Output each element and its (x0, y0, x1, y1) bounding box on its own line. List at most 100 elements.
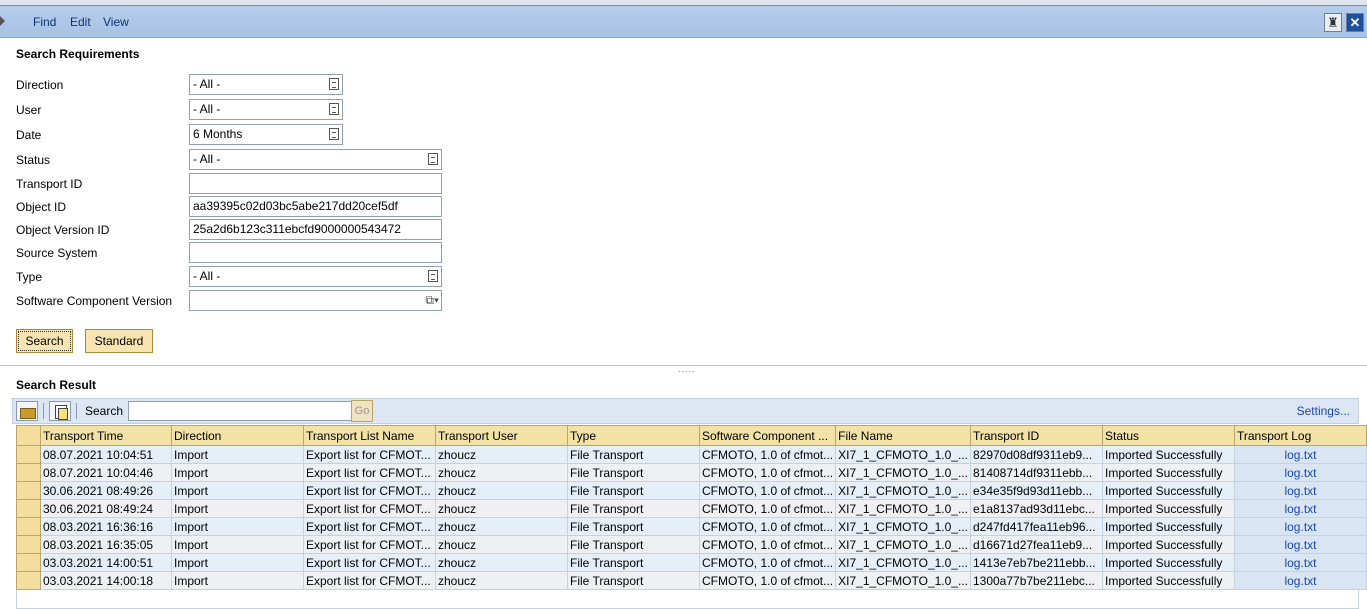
close-icon[interactable]: ✕ (1346, 13, 1364, 32)
table-cell: Imported Successfully (1101, 499, 1235, 518)
table-cell: Import (171, 517, 304, 536)
user-value: - All - (193, 102, 221, 116)
settings-link[interactable]: Settings... (1297, 404, 1350, 418)
software-component-version-input[interactable]: ⧉▾ (189, 290, 442, 311)
table-cell: 08.03.2021 16:35:05 (40, 535, 172, 554)
column-header[interactable]: Transport ID (969, 425, 1103, 446)
value-help-icon[interactable]: ⧉▾ (425, 293, 439, 308)
log-link[interactable]: log.txt (1233, 481, 1367, 500)
table-cell: Imported Successfully (1101, 553, 1235, 572)
column-header[interactable]: Transport User (435, 425, 568, 446)
table-row[interactable]: 03.03.2021 14:00:18 Import Export list for… (16, 571, 1367, 590)
toolbar-separator (43, 403, 44, 419)
table-cell: File Transport (567, 499, 700, 518)
row-selector[interactable] (16, 445, 41, 464)
row-selector[interactable] (16, 571, 41, 590)
panel-splitter[interactable]: ..... (0, 364, 1367, 374)
column-header[interactable]: File Name (835, 425, 971, 446)
row-selector[interactable] (16, 499, 41, 518)
log-link[interactable]: log.txt (1233, 553, 1367, 572)
object-version-id-label: Object Version ID (16, 223, 110, 237)
object-id-input[interactable]: aa39395c02d03bc5abe217dd20cef5df (189, 196, 442, 217)
table-cell: zhoucz (435, 481, 568, 500)
direction-select[interactable]: - All - (189, 74, 343, 95)
table-cell: CFMOTO, 1.0 of cfmot... (698, 535, 837, 554)
table-cell: Import (171, 571, 304, 590)
table-row[interactable]: 08.03.2021 16:36:16 Import Export list for… (16, 517, 1367, 536)
dropdown-list-icon[interactable] (329, 103, 339, 115)
type-label: Type (16, 270, 43, 284)
go-button[interactable]: Go (351, 400, 373, 422)
table-cell: Export list for CFMOT... (303, 553, 436, 572)
table-row[interactable]: 08.03.2021 16:35:05 Import Export list for… (16, 535, 1367, 554)
table-cell: Import (171, 553, 304, 572)
table-cell: 03.03.2021 14:00:51 (40, 553, 172, 572)
table-row[interactable]: 08.07.2021 10:04:46 Import Export list for… (16, 463, 1367, 482)
column-header[interactable]: Direction (171, 425, 304, 446)
table-cell: Export list for CFMOT... (303, 481, 436, 500)
table-row[interactable]: 03.03.2021 14:00:51 Import Export list for… (16, 553, 1367, 572)
object-version-id-input[interactable]: 25a2d6b123c311ebcfd9000000543472 (189, 219, 442, 240)
menu-view[interactable]: View (103, 15, 129, 29)
dropdown-list-icon[interactable] (329, 78, 339, 90)
table-row[interactable]: 30.06.2021 08:49:26 Import Export list for… (16, 481, 1367, 500)
splitter-grip-icon[interactable]: ..... (678, 364, 696, 374)
table-cell: 82970d08df9311eb9... (969, 445, 1103, 464)
table-cell: Export list for CFMOT... (303, 445, 436, 464)
row-selector[interactable] (16, 481, 41, 500)
transport-id-input[interactable] (189, 173, 442, 194)
row-selector[interactable] (16, 463, 41, 482)
table-row[interactable]: 30.06.2021 08:49:24 Import Export list for… (16, 499, 1367, 518)
table-cell: zhoucz (435, 517, 568, 536)
column-header[interactable]: Status (1101, 425, 1235, 446)
table-cell: 30.06.2021 08:49:24 (40, 499, 172, 518)
row-selector[interactable] (16, 517, 41, 536)
dropdown-list-icon[interactable] (329, 128, 339, 140)
dropdown-list-icon[interactable] (428, 270, 438, 282)
dropdown-list-icon[interactable] (428, 153, 438, 165)
source-system-input[interactable] (189, 242, 442, 263)
menu-bar: Find Edit View ♜ ✕ (0, 6, 1367, 38)
column-header[interactable]: Transport Log (1233, 425, 1367, 446)
copy-icon[interactable] (49, 401, 71, 421)
search-button[interactable]: Search (16, 329, 73, 353)
menu-find[interactable]: Find (33, 15, 56, 29)
table-row[interactable]: 08.07.2021 10:04:51 Import Export list for… (16, 445, 1367, 464)
table-cell: zhoucz (435, 499, 568, 518)
select-all-cell[interactable] (16, 425, 41, 446)
folder-icon[interactable] (16, 401, 38, 421)
row-selector[interactable] (16, 553, 41, 572)
table-cell: zhoucz (435, 463, 568, 482)
row-selector[interactable] (16, 535, 41, 554)
log-link[interactable]: log.txt (1233, 499, 1367, 518)
log-link[interactable]: log.txt (1233, 463, 1367, 482)
table-cell: e34e35f9d93d11ebb... (969, 481, 1103, 500)
table-cell: 1300a77b7be211ebc... (969, 571, 1103, 590)
column-header[interactable]: Transport List Name (303, 425, 436, 446)
log-link[interactable]: log.txt (1233, 535, 1367, 554)
toolbar-search-input[interactable] (128, 401, 352, 421)
standard-button[interactable]: Standard (85, 329, 153, 353)
table-cell: File Transport (567, 571, 700, 590)
date-select[interactable]: 6 Months (189, 124, 343, 145)
log-link[interactable]: log.txt (1233, 517, 1367, 536)
column-header[interactable]: Transport Time (40, 425, 172, 446)
type-select[interactable]: - All - (189, 266, 442, 287)
log-link[interactable]: log.txt (1233, 571, 1367, 590)
table-cell: CFMOTO, 1.0 of cfmot... (698, 517, 837, 536)
log-link[interactable]: log.txt (1233, 445, 1367, 464)
column-header[interactable]: Software Component ... (698, 425, 837, 446)
table-cell: 81408714df9311ebb... (969, 463, 1103, 482)
transport-id-label: Transport ID (16, 177, 83, 191)
table-cell: XI7_1_CFMOTO_1.0_... (835, 553, 971, 572)
menu-edit[interactable]: Edit (70, 15, 91, 29)
search-result-title: Search Result (16, 378, 97, 392)
user-select[interactable]: - All - (189, 99, 343, 120)
table-cell: 08.07.2021 10:04:51 (40, 445, 172, 464)
status-select[interactable]: - All - (189, 149, 442, 170)
collapse-handle[interactable] (0, 6, 6, 38)
column-header[interactable]: Type (567, 425, 700, 446)
pin-icon[interactable]: ♜ (1324, 13, 1342, 32)
table-cell: CFMOTO, 1.0 of cfmot... (698, 445, 837, 464)
table-cell: Imported Successfully (1101, 481, 1235, 500)
